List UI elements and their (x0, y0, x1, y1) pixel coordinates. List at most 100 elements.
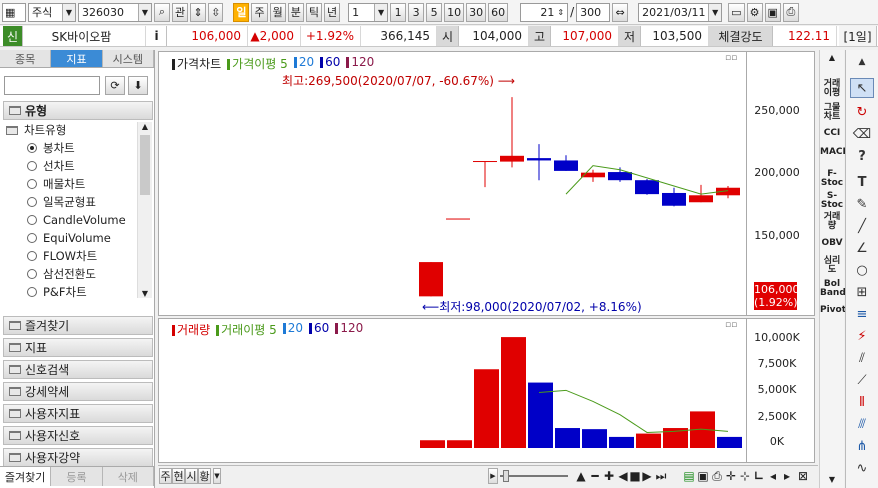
shortcut-pivot[interactable]: Pivot (820, 306, 846, 315)
gann-fan-icon[interactable]: ⫽ (850, 348, 874, 368)
help-icon[interactable]: ? (850, 146, 874, 166)
chart-type-ichimoku[interactable]: 일목균형표 (27, 193, 96, 210)
circle-tool-icon[interactable]: ○ (850, 260, 874, 280)
period-month[interactable]: 월 (269, 2, 286, 22)
folder-signal-search[interactable]: 신호검색 (3, 360, 153, 379)
chart-type-pnf[interactable]: P&F차트 (27, 283, 87, 300)
folder-user-strength[interactable]: 사용자강약 (3, 448, 153, 467)
chart-type-candlevolume[interactable]: CandleVolume (27, 211, 126, 228)
shortcut-net-chart[interactable]: 그물차트 (820, 104, 844, 122)
tab-indicator[interactable]: 지표 (51, 50, 103, 67)
rotate-icon[interactable]: ↻ (850, 102, 874, 122)
window-icon[interactable]: ▭ (728, 2, 745, 22)
zoom-out-icon[interactable]: ━ (588, 468, 602, 484)
search-button[interactable]: ⌕ (154, 2, 170, 22)
period-day[interactable]: 일 (233, 2, 250, 22)
scroll-button[interactable]: ⇕ (190, 2, 207, 22)
chart-type-flow[interactable]: FLOW차트 (27, 247, 97, 264)
cursor-arrow-icon[interactable]: ↖ (850, 78, 874, 98)
folder-user-indicators[interactable]: 사용자지표 (3, 404, 153, 423)
mode-current[interactable]: 현 (172, 468, 185, 484)
folder-type[interactable]: 유형 (3, 101, 153, 120)
quick-1[interactable]: 1 (390, 2, 407, 22)
crosshair-icon[interactable]: ⊹ (738, 468, 752, 484)
period-week[interactable]: 주 (251, 2, 268, 22)
date-select[interactable]: 2021/03/11 ▼ (638, 2, 723, 22)
volume-chart-canvas[interactable] (158, 318, 747, 463)
horizontal-lines-icon[interactable]: ≡ (850, 304, 874, 324)
shortcut-cci[interactable]: CCI (820, 129, 844, 138)
chevron-up-icon[interactable]: ▲ (822, 53, 842, 63)
code-input[interactable]: 326030 ▼ (78, 2, 152, 22)
tab-delete[interactable]: 삭제 (102, 467, 154, 486)
info-button[interactable]: i (147, 26, 167, 46)
eraser-icon[interactable]: ⌫ (850, 124, 874, 144)
chart-type-volume-profile[interactable]: 매물차트 (27, 175, 85, 192)
chart-type-equivolume[interactable]: EquiVolume (27, 229, 111, 246)
shortcut-slow-stoch[interactable]: S-Stoc (820, 192, 844, 210)
kwan-button[interactable]: 관 (172, 2, 189, 22)
cursor-icon[interactable]: ✛ (724, 468, 738, 484)
folder-indicators[interactable]: 지표 (3, 338, 153, 357)
print-icon[interactable]: ⎙ (710, 468, 724, 484)
save-icon[interactable]: ▣ (696, 468, 710, 484)
fibonacci-icon[interactable]: ⊞ (850, 282, 874, 302)
zoom-slider[interactable] (500, 475, 568, 477)
print-icon[interactable]: ⎙ (782, 2, 799, 22)
cycle-line-icon[interactable]: ⦀ (850, 392, 874, 412)
shortcut-bollinger[interactable]: Bol Band (820, 280, 846, 298)
play-icon[interactable]: ▶ (640, 468, 654, 484)
chart-type-line[interactable]: 선차트 (27, 157, 75, 174)
expand-icon[interactable]: ⇔ (612, 2, 629, 22)
period-minute[interactable]: 분 (287, 2, 304, 22)
list-scrollbar[interactable]: ▲ ▼ (137, 122, 152, 298)
zoom-slider-handle[interactable] (503, 470, 509, 482)
save-icon[interactable]: ▣ (764, 2, 781, 22)
mode-market[interactable]: 시 (185, 468, 198, 484)
tab-stock[interactable]: 종목 (0, 50, 52, 67)
tab-register[interactable]: 등록 (51, 467, 103, 486)
period-year[interactable]: 년 (323, 2, 341, 22)
folder-favorites[interactable]: 즐겨찾기 (3, 316, 153, 335)
speed-line-icon[interactable]: ⟋ (850, 370, 874, 390)
quick-10[interactable]: 10 (444, 2, 465, 22)
gann-icon[interactable]: ⚡ (850, 326, 874, 346)
quick-60[interactable]: 60 (488, 2, 509, 22)
subfolder-chart-type[interactable]: 차트유형 (6, 122, 66, 138)
grid-toggle-icon[interactable]: ▦ (2, 2, 26, 22)
indicator-search-input[interactable] (4, 76, 100, 95)
tab-system[interactable]: 시스템 (102, 50, 154, 67)
mode-status[interactable]: 황 (198, 468, 211, 484)
stepper-button[interactable]: ⇳ (208, 2, 224, 22)
total-input[interactable]: 300 (576, 2, 611, 22)
plus-icon[interactable]: ✚ (602, 468, 616, 484)
mode-main[interactable]: 주 (159, 468, 172, 484)
quick-5[interactable]: 5 (426, 2, 443, 22)
shortcut-volume-ma[interactable]: 거래이평 (820, 80, 844, 98)
fast-forward-icon[interactable]: ⏭ (654, 468, 668, 484)
excel-icon[interactable]: ▤ (682, 468, 696, 484)
shortcut-obv[interactable]: OBV (820, 239, 844, 248)
shortcut-volume[interactable]: 거래량 (820, 213, 844, 231)
chevron-up-icon[interactable]: ▲ (850, 52, 874, 72)
pencil-icon[interactable]: ✎ (850, 194, 874, 214)
zoom-in-icon[interactable]: ▲ (574, 468, 588, 484)
chevron-down-icon[interactable]: ▼ (213, 468, 221, 484)
wave-icon[interactable]: ∿ (850, 458, 874, 478)
channel-icon[interactable]: ⫻ (850, 414, 874, 434)
period-tick[interactable]: 틱 (305, 2, 322, 22)
quick-30[interactable]: 30 (466, 2, 487, 22)
folder-strength[interactable]: 강세약세 (3, 382, 153, 401)
market-select[interactable]: 주식 ▼ (28, 2, 76, 22)
tab-favorites[interactable]: 즐겨찾기 (0, 467, 52, 486)
reset-icon[interactable]: ⊠ (796, 468, 810, 484)
trend-line-icon[interactable]: ╱ (850, 216, 874, 236)
scroll-left-icon[interactable]: ▶ (488, 468, 498, 484)
count-input[interactable]: 21 ⇕ (520, 2, 569, 22)
nav-right-icon[interactable]: ▸ (780, 468, 794, 484)
shortcut-fast-stoch[interactable]: F-Stoc (820, 170, 844, 188)
andrews-pitchfork-icon[interactable]: ⋔ (850, 436, 874, 456)
refresh-icon[interactable]: ⟳ (105, 76, 125, 95)
text-tool-icon[interactable]: T (850, 172, 874, 192)
shortcut-macd[interactable]: MACD (820, 148, 850, 157)
